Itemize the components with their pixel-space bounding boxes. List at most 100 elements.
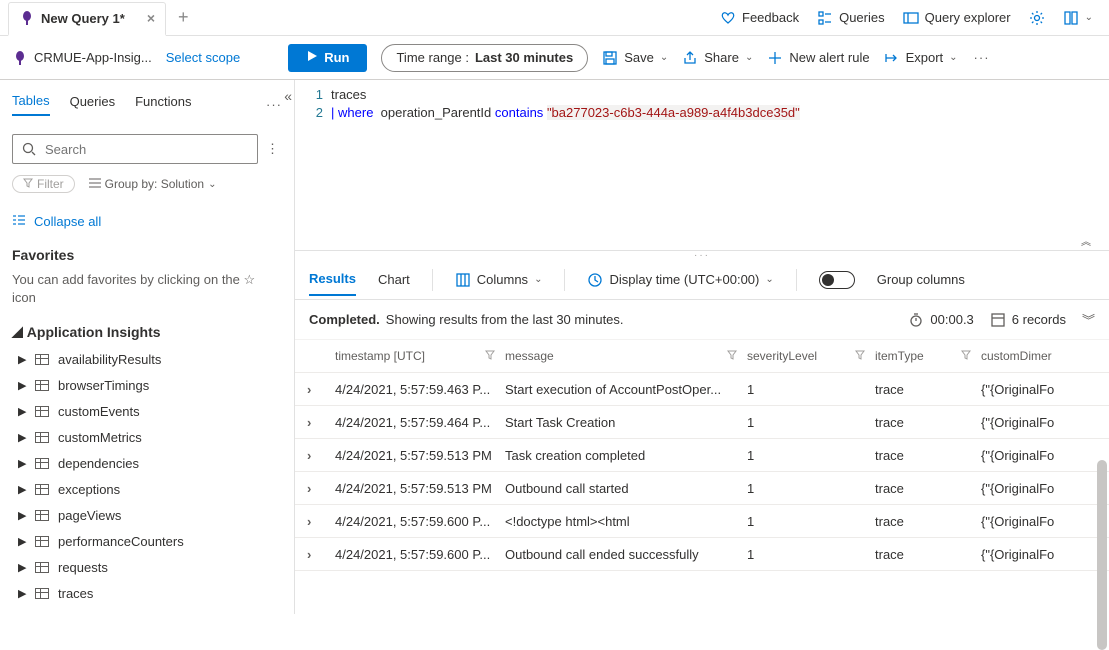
scope-resource[interactable]: CRMUE-App-Insig...: [12, 50, 152, 66]
save-icon: [602, 50, 618, 66]
table-availabilityResults[interactable]: ▶availabilityResults: [12, 346, 282, 372]
filter-icon[interactable]: [485, 349, 495, 363]
collapse-all-link[interactable]: Collapse all: [12, 214, 282, 229]
expand-row-icon[interactable]: ›: [307, 481, 335, 496]
table-customEvents[interactable]: ▶customEvents: [12, 398, 282, 424]
tab-chart[interactable]: Chart: [378, 272, 410, 295]
table-icon: [34, 508, 50, 522]
filter-button[interactable]: Filter: [12, 175, 75, 193]
query-explorer-link[interactable]: Query explorer: [903, 10, 1011, 26]
cell-timestamp: 4/24/2021, 5:57:59.463 P...: [335, 382, 505, 397]
table-label: traces: [58, 586, 93, 601]
columns-icon: [455, 272, 471, 288]
query-editor[interactable]: 12 traces | where operation_ParentId con…: [295, 80, 1109, 250]
docs-link[interactable]: ⌄: [1063, 10, 1093, 26]
columns-dropdown[interactable]: Columns⌄: [455, 272, 543, 288]
table-label: requests: [58, 560, 108, 575]
save-button[interactable]: Save⌄: [602, 50, 668, 66]
queries-icon: [817, 10, 833, 26]
expand-row-icon[interactable]: ›: [307, 382, 335, 397]
table-exceptions[interactable]: ▶exceptions: [12, 476, 282, 502]
code-area[interactable]: traces | where operation_ParentId contai…: [331, 86, 1109, 250]
cell-itemtype: trace: [875, 514, 981, 529]
caret-right-icon: ▶: [18, 535, 26, 548]
tab-tables[interactable]: Tables: [12, 93, 50, 116]
time-range-picker[interactable]: Time range : Last 30 minutes: [381, 44, 588, 72]
share-button[interactable]: Share⌄: [682, 50, 753, 66]
queries-link[interactable]: Queries: [817, 10, 885, 26]
table-dependencies[interactable]: ▶dependencies: [12, 450, 282, 476]
table-row[interactable]: ›4/24/2021, 5:57:59.513 PMTask creation …: [295, 439, 1109, 472]
collapse-sidebar-icon[interactable]: «: [284, 88, 292, 104]
tab-results[interactable]: Results: [309, 271, 356, 296]
query-tab[interactable]: New Query 1* ×: [8, 2, 166, 36]
expand-row-icon[interactable]: ›: [307, 448, 335, 463]
cell-severity: 1: [747, 415, 875, 430]
more-icon[interactable]: ···: [972, 50, 992, 65]
cell-itemtype: trace: [875, 415, 981, 430]
cell-timestamp: 4/24/2021, 5:57:59.513 PM: [335, 481, 505, 496]
select-scope-link[interactable]: Select scope: [166, 50, 240, 65]
table-row[interactable]: ›4/24/2021, 5:57:59.513 PMOutbound call …: [295, 472, 1109, 505]
cell-timestamp: 4/24/2021, 5:57:59.600 P...: [335, 547, 505, 562]
tab-queries[interactable]: Queries: [70, 94, 116, 115]
table-row[interactable]: ›4/24/2021, 5:57:59.600 P...Outbound cal…: [295, 538, 1109, 571]
group-by-dropdown[interactable]: Group by: Solution⌄: [89, 177, 217, 191]
table-label: dependencies: [58, 456, 139, 471]
cell-itemtype: trace: [875, 382, 981, 397]
search-more-icon[interactable]: ⋮: [264, 141, 282, 157]
table-row[interactable]: ›4/24/2021, 5:57:59.464 P...Start Task C…: [295, 406, 1109, 439]
table-performanceCounters[interactable]: ▶performanceCounters: [12, 528, 282, 554]
gear-icon[interactable]: [1029, 10, 1045, 26]
table-label: availabilityResults: [58, 352, 161, 367]
feedback-link[interactable]: Feedback: [720, 10, 799, 26]
vertical-scrollbar[interactable]: [1097, 460, 1107, 650]
search-input[interactable]: [12, 134, 258, 164]
cell-custom: {"{OriginalFo: [981, 415, 1109, 430]
sidebar-more-icon[interactable]: ···: [266, 97, 282, 112]
tables-tree: ▶availabilityResults▶browserTimings▶cust…: [12, 346, 282, 606]
group-columns-toggle[interactable]: [819, 271, 855, 289]
favorites-hint: You can add favorites by clicking on the…: [12, 271, 282, 307]
stopwatch-icon: [908, 312, 924, 328]
splitter[interactable]: ··· ︽: [295, 250, 1109, 260]
play-icon: [306, 50, 318, 65]
table-row[interactable]: ›4/24/2021, 5:57:59.463 P...Start execut…: [295, 373, 1109, 406]
group-icon: [89, 177, 101, 191]
results-status-bar: Completed. Showing results from the last…: [295, 300, 1109, 340]
tree-section-title[interactable]: ◢Application Insights: [12, 323, 282, 340]
close-icon[interactable]: ×: [147, 10, 155, 26]
expand-down-icon[interactable]: ︾: [1082, 310, 1095, 329]
table-row[interactable]: ›4/24/2021, 5:57:59.600 P...<!doctype ht…: [295, 505, 1109, 538]
line-gutter: 12: [295, 86, 331, 250]
export-icon: [884, 50, 900, 66]
explorer-icon: [903, 10, 919, 26]
new-alert-button[interactable]: New alert rule: [767, 50, 869, 66]
heart-icon: [720, 10, 736, 26]
cell-message: Outbound call started: [505, 481, 747, 496]
table-icon: [34, 482, 50, 496]
filter-icon[interactable]: [961, 349, 971, 363]
filter-icon[interactable]: [855, 349, 865, 363]
cell-itemtype: trace: [875, 481, 981, 496]
clock-icon: [587, 272, 603, 288]
expand-row-icon[interactable]: ›: [307, 415, 335, 430]
expand-row-icon[interactable]: ›: [307, 547, 335, 562]
status-detail: Showing results from the last 30 minutes…: [386, 312, 624, 327]
tab-title: New Query 1*: [41, 11, 125, 26]
table-traces[interactable]: ▶ traces: [12, 580, 282, 606]
run-button[interactable]: Run: [288, 44, 367, 72]
tab-functions[interactable]: Functions: [135, 94, 191, 115]
export-button[interactable]: Export⌄: [884, 50, 958, 66]
display-time-dropdown[interactable]: Display time (UTC+00:00)⌄: [587, 272, 773, 288]
add-tab-button[interactable]: +: [174, 7, 193, 28]
filter-icon[interactable]: [727, 349, 737, 363]
table-requests[interactable]: ▶requests: [12, 554, 282, 580]
records-icon: [990, 312, 1006, 328]
expand-row-icon[interactable]: ›: [307, 514, 335, 529]
table-browserTimings[interactable]: ▶browserTimings: [12, 372, 282, 398]
collapse-up-icon[interactable]: ︽: [1081, 233, 1093, 248]
table-pageViews[interactable]: ▶pageViews: [12, 502, 282, 528]
table-customMetrics[interactable]: ▶customMetrics: [12, 424, 282, 450]
caret-right-icon: ▶: [18, 587, 26, 600]
